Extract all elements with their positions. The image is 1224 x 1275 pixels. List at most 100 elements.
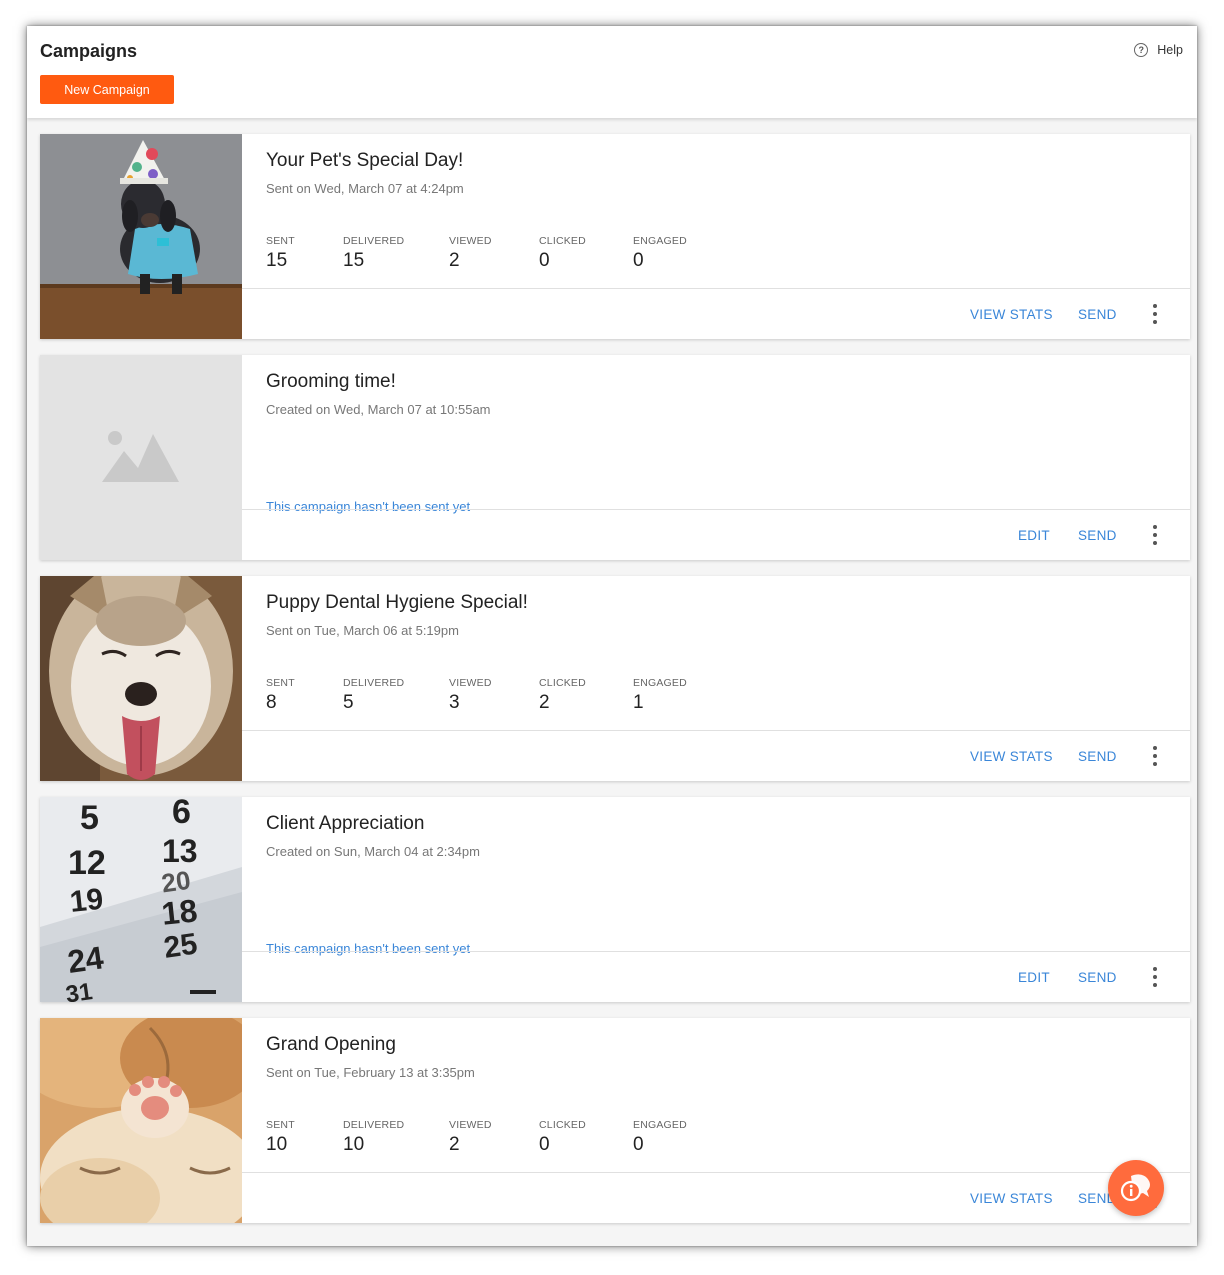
view-stats-button[interactable]: VIEW STATS [970,1191,1053,1206]
help-link[interactable]: ? Help [1134,43,1183,57]
campaign-card-body: Grooming time! Created on Wed, March 07 … [242,355,1190,560]
calendar-number: 13 [162,833,198,869]
send-button[interactable]: SEND [1078,307,1117,322]
stat-value: 2 [539,692,550,713]
stat-engaged: ENGAGED 0 [633,1119,687,1156]
campaign-date: Created on Sun, March 04 at 2:34pm [266,844,480,859]
campaign-thumbnail-kitten-puppy [40,1018,242,1223]
campaign-title: Grooming time! [266,371,396,392]
campaign-card-body: Your Pet's Special Day! Sent on Wed, Mar… [242,134,1190,339]
stat-label: CLICKED [539,235,586,247]
stat-value: 8 [266,692,277,713]
campaign-card: Your Pet's Special Day! Sent on Wed, Mar… [40,134,1190,339]
campaign-title: Your Pet's Special Day! [266,150,464,171]
campaign-date: Sent on Tue, March 06 at 5:19pm [266,623,459,638]
campaign-date: Sent on Tue, February 13 at 3:35pm [266,1065,475,1080]
stat-label: ENGAGED [633,1119,687,1131]
chat-bubble-icon [1120,1174,1150,1202]
stat-viewed: VIEWED 2 [449,1119,492,1156]
edit-button[interactable]: EDIT [1018,970,1050,985]
help-label: Help [1157,43,1183,57]
stat-label: SENT [266,677,295,689]
card-divider [242,1172,1190,1173]
stat-value: 0 [633,1134,644,1155]
stat-label: DELIVERED [343,1119,405,1131]
campaign-date: Created on Wed, March 07 at 10:55am [266,402,491,417]
stat-engaged: ENGAGED 1 [633,677,687,714]
stat-value: 2 [449,1134,460,1155]
stat-sent: SENT 8 [266,677,295,714]
view-stats-button[interactable]: VIEW STATS [970,749,1053,764]
campaign-card-body: Grand Opening Sent on Tue, February 13 a… [242,1018,1190,1223]
more-options-icon[interactable] [1152,304,1158,324]
campaign-title: Client Appreciation [266,813,425,834]
calendar-number: 18 [160,892,199,932]
stat-value: 5 [343,692,354,713]
calendar-number: 6 [172,797,191,831]
stat-label: VIEWED [449,677,492,689]
stat-label: DELIVERED [343,677,405,689]
campaign-card-body: Client Appreciation Created on Sun, Marc… [242,797,1190,1002]
stat-delivered: DELIVERED 5 [343,677,404,714]
campaign-title: Puppy Dental Hygiene Special! [266,592,528,613]
stat-value: 2 [449,250,460,271]
stat-label: CLICKED [539,677,586,689]
chat-widget-button[interactable] [1108,1160,1164,1216]
calendar-number: 5 [80,799,99,837]
help-icon: ? [1134,43,1149,57]
campaign-card: Grooming time! Created on Wed, March 07 … [40,355,1190,560]
stat-delivered: DELIVERED 15 [343,235,404,272]
stat-viewed: VIEWED 3 [449,677,492,714]
campaign-thumbnail-placeholder [40,355,242,560]
campaign-thumbnail-calendar: 5 6 12 13 19 20 18 24 25 31 [40,797,242,1002]
campaign-thumbnail-party-dog [40,134,242,339]
stat-viewed: VIEWED 2 [449,235,492,272]
more-options-icon[interactable] [1152,525,1158,545]
campaign-thumbnail-husky [40,576,242,781]
view-stats-button[interactable]: VIEW STATS [970,307,1053,322]
more-options-icon[interactable] [1152,746,1158,766]
campaign-card: Grand Opening Sent on Tue, February 13 a… [40,1018,1190,1223]
app-window: Campaigns New Campaign ? Help Your Pet's… [27,26,1197,1246]
stat-clicked: CLICKED 2 [539,677,586,714]
stat-value: 10 [266,1134,288,1155]
card-divider [242,730,1190,731]
stat-label: VIEWED [449,235,492,247]
page-header: Campaigns New Campaign ? Help [27,26,1197,118]
page-title: Campaigns [40,41,138,61]
stat-value: 15 [343,250,365,271]
stat-label: CLICKED [539,1119,586,1131]
send-button[interactable]: SEND [1078,749,1117,764]
stat-label: SENT [266,235,295,247]
stat-value: 1 [633,692,644,713]
stat-value: 15 [266,250,288,271]
card-divider [242,288,1190,289]
campaign-card-body: Puppy Dental Hygiene Special! Sent on Tu… [242,576,1190,781]
stat-value: 0 [633,250,644,271]
stat-value: 0 [539,250,550,271]
edit-button[interactable]: EDIT [1018,528,1050,543]
stat-engaged: ENGAGED 0 [633,235,687,272]
stat-label: ENGAGED [633,677,687,689]
campaign-title: Grand Opening [266,1034,396,1055]
stat-value: 0 [539,1134,550,1155]
campaign-status: This campaign hasn't been sent yet [266,499,471,514]
stat-value: 3 [449,692,460,713]
new-campaign-button[interactable]: New Campaign [40,75,174,104]
stat-clicked: CLICKED 0 [539,235,586,272]
calendar-number: 19 [68,883,105,919]
send-button[interactable]: SEND [1078,528,1117,543]
stat-delivered: DELIVERED 10 [343,1119,404,1156]
stat-label: SENT [266,1119,295,1131]
stat-label: VIEWED [449,1119,492,1131]
stat-sent: SENT 15 [266,235,295,272]
campaign-card: Puppy Dental Hygiene Special! Sent on Tu… [40,576,1190,781]
calendar-number: 31 [64,978,94,1002]
stat-label: ENGAGED [633,235,687,247]
campaign-card: 5 6 12 13 19 20 18 24 25 31 Client Appre… [40,797,1190,1002]
stat-label: DELIVERED [343,235,405,247]
send-button[interactable]: SEND [1078,970,1117,985]
campaign-status: This campaign hasn't been sent yet [266,941,471,956]
more-options-icon[interactable] [1152,967,1158,987]
calendar-number: 24 [65,939,105,980]
